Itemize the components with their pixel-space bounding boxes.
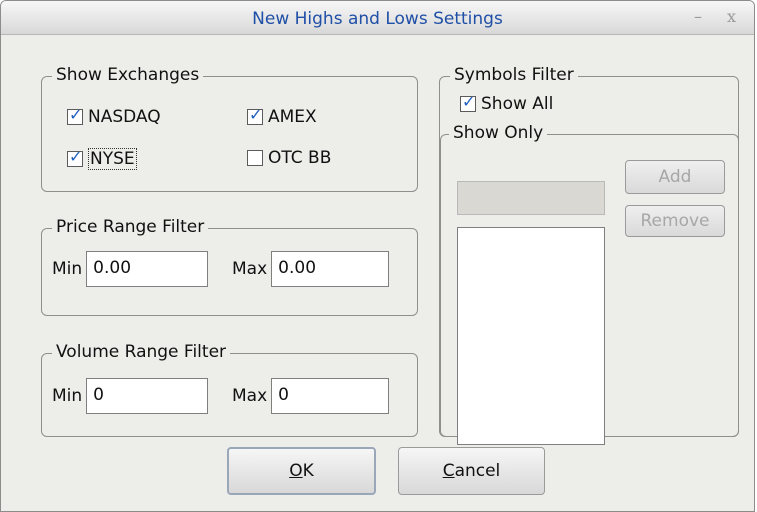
- volume-max-label: Max: [232, 386, 268, 406]
- symbol-list[interactable]: [457, 227, 605, 445]
- symbol-input[interactable]: [457, 181, 605, 215]
- minimize-icon[interactable]: –: [694, 7, 702, 26]
- cancel-button[interactable]: Cancel: [398, 447, 545, 495]
- dialog-window: New Highs and Lows Settings – x Show Exc…: [0, 0, 755, 512]
- add-button[interactable]: Add: [625, 160, 725, 194]
- otcbb-checkbox[interactable]: OTC BB: [247, 148, 331, 168]
- show-exchanges-group: Show Exchanges NASDAQ AMEX NYSE OTC BB: [41, 65, 418, 192]
- otcbb-label: OTC BB: [268, 148, 332, 168]
- remove-button[interactable]: Remove: [625, 205, 725, 237]
- volume-max-input[interactable]: 0: [271, 378, 390, 414]
- price-max-input[interactable]: 0.00: [271, 251, 390, 287]
- symbols-filter-group: Symbols Filter Show All Show Only Add Re…: [439, 65, 739, 445]
- amex-label: AMEX: [268, 107, 317, 127]
- price-max-label: Max: [232, 259, 268, 279]
- price-min-input[interactable]: 0.00: [86, 251, 209, 287]
- volume-min-field: Min 0: [52, 378, 209, 414]
- show-only-legend: Show Only: [449, 123, 548, 143]
- nyse-label: NYSE: [88, 148, 137, 170]
- volume-range-legend: Volume Range Filter: [52, 342, 231, 362]
- price-range-group: Price Range Filter Min 0.00 Max 0.00: [41, 217, 418, 316]
- otcbb-checkbox-box[interactable]: [247, 150, 263, 166]
- nasdaq-label: NASDAQ: [88, 107, 161, 127]
- volume-min-input[interactable]: 0: [86, 378, 209, 414]
- title-bar[interactable]: New Highs and Lows Settings – x: [1, 1, 754, 35]
- price-min-label: Min: [52, 259, 83, 279]
- volume-max-field: Max 0: [232, 378, 390, 414]
- dialog-title: New Highs and Lows Settings: [252, 9, 503, 29]
- ok-access-key: O: [289, 461, 303, 481]
- nyse-checkbox-box[interactable]: [67, 147, 83, 167]
- cancel-access-key: C: [442, 461, 455, 481]
- price-max-field: Max 0.00: [232, 251, 390, 287]
- remove-button-label: Remove: [640, 211, 710, 231]
- cancel-label-rest: ancel: [454, 461, 501, 481]
- close-icon[interactable]: x: [727, 7, 736, 26]
- ok-button[interactable]: OK: [227, 447, 376, 495]
- volume-min-label: Min: [52, 386, 83, 406]
- nasdaq-checkbox[interactable]: NASDAQ: [67, 105, 161, 127]
- price-min-field: Min 0.00: [52, 251, 209, 287]
- amex-checkbox[interactable]: AMEX: [247, 105, 317, 127]
- symbols-filter-legend: Symbols Filter: [450, 65, 578, 85]
- add-button-label: Add: [658, 167, 692, 187]
- ok-label-rest: K: [302, 461, 314, 481]
- show-all-label: Show All: [481, 94, 554, 114]
- price-range-legend: Price Range Filter: [52, 217, 209, 237]
- volume-range-group: Volume Range Filter Min 0 Max 0: [41, 342, 418, 437]
- show-only-group: Show Only Add Remove: [440, 123, 739, 445]
- show-all-checkbox[interactable]: Show All: [460, 92, 554, 114]
- nasdaq-checkbox-box[interactable]: [67, 105, 83, 125]
- nyse-checkbox[interactable]: NYSE: [67, 147, 137, 170]
- amex-checkbox-box[interactable]: [247, 105, 263, 125]
- show-all-checkbox-box[interactable]: [460, 92, 476, 112]
- show-exchanges-legend: Show Exchanges: [52, 65, 204, 85]
